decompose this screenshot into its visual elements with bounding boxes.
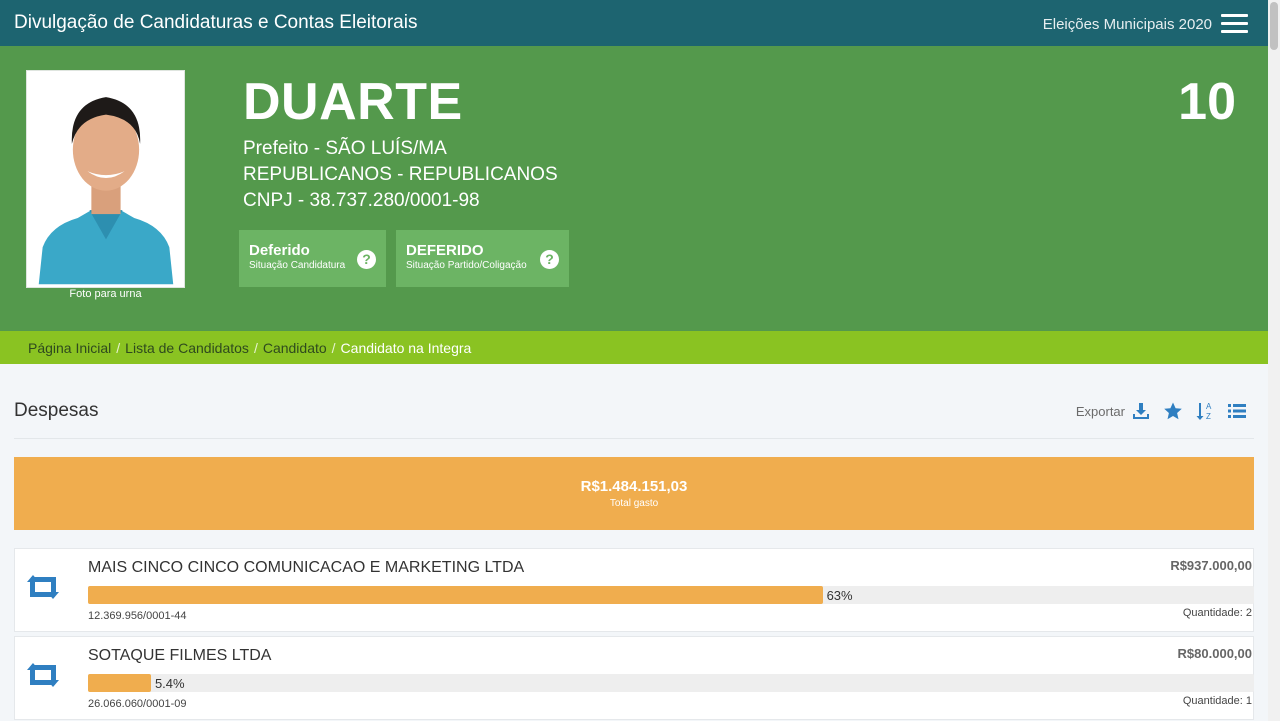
breadcrumb-separator: / <box>116 340 121 356</box>
section-toolbar: Exportar A Z <box>1076 400 1247 422</box>
svg-text:A: A <box>1206 402 1212 411</box>
expense-progress-fill <box>88 674 151 692</box>
total-spent-value: R$1.484.151,03 <box>580 478 688 495</box>
election-label: Eleições Municipais 2020 <box>1042 16 1212 33</box>
page-scrollbar[interactable] <box>1268 0 1280 721</box>
breadcrumb-separator: / <box>253 340 258 356</box>
total-spent-label: Total gasto <box>609 498 659 509</box>
download-icon[interactable] <box>1131 401 1151 421</box>
expense-supplier-name[interactable]: SOTAQUE FILMES LTDA <box>88 647 271 665</box>
party-status-label: Situação Partido/Coligação <box>406 260 527 271</box>
candidate-header: Foto para urna DUARTE 10 Prefeito - SÃO … <box>0 46 1268 331</box>
scrollbar-thumb[interactable] <box>1270 2 1278 50</box>
breadcrumb: Página Inicial / Lista de Candidatos / Candi… <box>0 331 1268 364</box>
question-circle-icon[interactable]: ? <box>540 250 559 269</box>
hamburger-menu-icon[interactable] <box>1221 14 1248 33</box>
section-title: Despesas <box>14 400 99 421</box>
svg-text:Z: Z <box>1206 412 1211 421</box>
expense-item[interactable]: SOTAQUE FILMES LTDA R$80.000,00 5.4% 26.… <box>14 636 1254 720</box>
expense-value: R$937.000,00 <box>1170 558 1252 573</box>
breadcrumb-home[interactable]: Página Inicial <box>28 340 111 356</box>
expense-quantity: Quantidade: 2 <box>1182 607 1252 619</box>
breadcrumb-separator: / <box>331 340 336 356</box>
sort-alpha-icon[interactable]: A Z <box>1195 401 1215 421</box>
photo-caption: Foto para urna <box>69 288 142 300</box>
candidate-party: REPUBLICANOS - REPUBLICANOS <box>243 164 558 185</box>
list-icon[interactable] <box>1227 401 1247 421</box>
party-status-value: DEFERIDO <box>406 242 484 259</box>
expense-progress-bar <box>88 586 1254 604</box>
expense-supplier-doc: 26.066.060/0001-09 <box>88 698 187 710</box>
candidacy-status-badge: Deferido Situação Candidatura ? <box>239 230 386 287</box>
expense-supplier-name[interactable]: MAIS CINCO CINCO COMUNICACAO E MARKETING… <box>88 559 524 577</box>
candidate-photo <box>27 71 184 287</box>
top-bar: Divulgação de Candidaturas e Contas Elei… <box>0 0 1268 46</box>
expense-percent: 5.4% <box>154 676 185 691</box>
star-icon[interactable] <box>1163 401 1183 421</box>
expense-percent: 63% <box>826 588 853 603</box>
breadcrumb-candidate-list[interactable]: Lista de Candidatos <box>125 340 249 356</box>
breadcrumb-candidate[interactable]: Candidato <box>263 340 327 356</box>
site-title[interactable]: Divulgação de Candidaturas e Contas Elei… <box>14 12 417 34</box>
candidate-number: 10 <box>1178 73 1236 131</box>
candidate-name: DUARTE <box>243 73 463 131</box>
candidate-photo-image <box>29 73 182 285</box>
party-status-badge: DEFERIDO Situação Partido/Coligação ? <box>396 230 569 287</box>
candidate-cnpj: CNPJ - 38.737.280/0001-98 <box>243 190 480 211</box>
expense-value: R$80.000,00 <box>1177 646 1252 661</box>
retweet-icon <box>27 663 59 687</box>
expense-supplier-doc: 12.369.956/0001-44 <box>88 610 187 622</box>
question-circle-icon[interactable]: ? <box>357 250 376 269</box>
total-spent-box: R$1.484.151,03 Total gasto <box>14 457 1254 530</box>
candidate-office: Prefeito - SÃO LUÍS/MA <box>243 138 447 159</box>
expense-progress-bar <box>88 674 1254 692</box>
export-label[interactable]: Exportar <box>1076 404 1125 419</box>
section-divider <box>14 438 1254 439</box>
breadcrumb-current: Candidato na Integra <box>340 340 472 356</box>
expense-quantity: Quantidade: 1 <box>1182 695 1252 707</box>
expense-progress-fill <box>88 586 823 604</box>
retweet-icon <box>27 575 59 599</box>
expense-item[interactable]: MAIS CINCO CINCO COMUNICACAO E MARKETING… <box>14 548 1254 632</box>
